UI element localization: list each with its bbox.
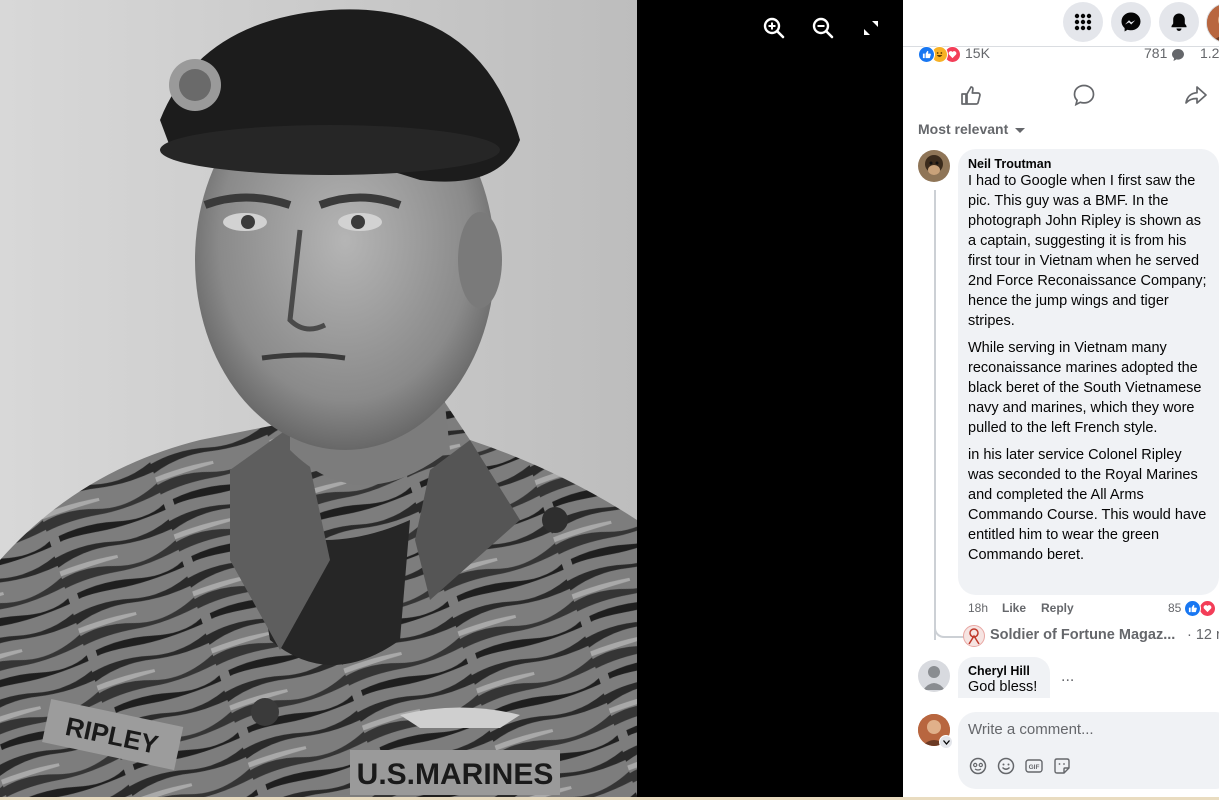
top-navigation-bar [903,0,1219,47]
page-avatar-icon [963,625,985,647]
comment-timestamp[interactable]: 18h [968,601,988,615]
comment-paragraph: I had to Google when I first saw the pic… [968,173,1207,329]
comment-text: God bless! [968,679,1038,695]
comment-input-placeholder[interactable]: Write a comment... [968,721,1094,738]
bell-icon[interactable] [1159,2,1199,42]
avatar-sticker-icon[interactable] [969,757,987,775]
profile-avatar[interactable] [1206,3,1219,43]
commenter-avatar[interactable] [918,150,950,182]
reply-count: · 12 re [1187,627,1219,643]
thumbs-up-icon[interactable] [958,82,984,108]
photo-viewer: RIPLEY U.S.MARINES [0,0,903,797]
zoom-out-icon[interactable] [807,12,839,44]
comment-count-icon [1171,48,1185,65]
post-side-panel: 15K 781 1.2 Most relevant Neil Troutman … [903,0,1219,797]
like-reaction-icon [1184,600,1201,617]
shares-count[interactable]: 1.2 [1200,45,1219,61]
comment-paragraph: in his later service Colonel Ripley was … [968,447,1207,563]
caret-down-icon [1014,122,1026,138]
grid-menu-icon[interactable] [1063,2,1103,42]
photo[interactable]: RIPLEY U.S.MARINES [0,0,637,797]
gif-label: GIF [1029,764,1040,771]
reply-author: Soldier of Fortune Magaz... [990,627,1176,643]
comment-bubble: Neil Troutman I had to Google when I fir… [958,149,1219,595]
thread-line [934,190,936,640]
chevron-down-icon[interactable] [939,735,953,749]
like-reaction-icon [918,46,935,63]
share-icon[interactable] [1183,82,1209,108]
comment-reaction-count[interactable]: 85 [1168,601,1181,615]
love-reaction-icon [1199,600,1216,617]
branch-tape-text: U.S.MARINES [357,758,554,791]
comment-text: I had to Google when I first saw the pic… [968,171,1209,565]
comment-more-options-button[interactable]: ... [1061,668,1074,686]
default-avatar-icon[interactable] [918,660,950,692]
comments-sort-dropdown[interactable]: Most relevant [918,121,1026,138]
zoom-in-icon[interactable] [758,12,790,44]
comment-composer[interactable]: Write a comment... GIF [958,712,1219,789]
comment-reply-label: Reply [1041,601,1074,615]
expand-icon[interactable] [855,12,887,44]
comment-icon[interactable] [1071,82,1097,108]
sticker-icon[interactable] [1053,757,1071,775]
messenger-icon[interactable] [1111,2,1151,42]
post-actions-row [918,76,1219,114]
comment-paragraph: While serving in Vietnam many reconaissa… [968,340,1202,436]
comment-bubble: Cheryl Hill God bless! [958,657,1050,698]
view-replies-link[interactable]: Soldier of Fortune Magaz... · 12 re [963,625,1219,649]
comments-sort-label: Most relevant [918,121,1009,137]
gif-icon[interactable]: GIF [1025,757,1043,775]
post-stats-row: 15K 781 1.2 [918,45,1219,65]
comment-author[interactable]: Cheryl Hill [968,664,1040,678]
comments-count[interactable]: 781 [1144,45,1167,61]
emoji-icon[interactable] [997,757,1015,775]
comment-like-button[interactable]: Like [1002,601,1026,615]
comment-reply-button[interactable]: Reply [1041,601,1074,615]
comment-like-label: Like [1002,601,1027,615]
thread-hook [934,620,964,638]
reactions-count[interactable]: 15K [965,45,990,61]
comment-author[interactable]: Neil Troutman [968,157,1209,171]
